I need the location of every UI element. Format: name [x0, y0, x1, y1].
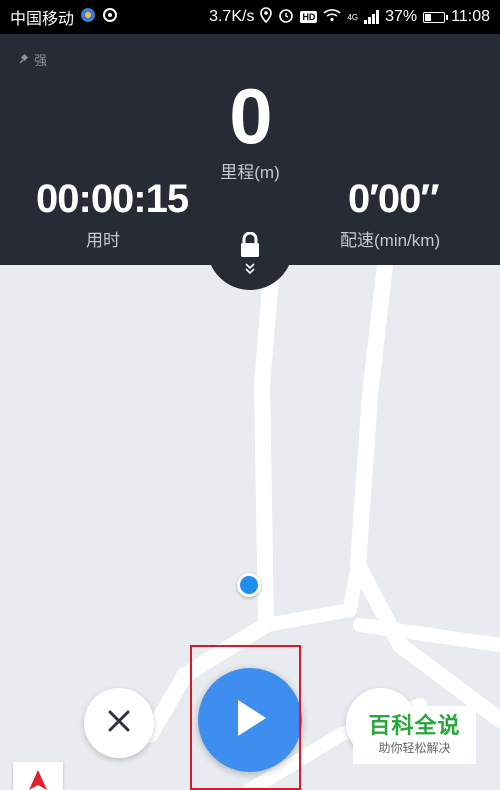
battery-icon [423, 11, 449, 23]
battery-percent: 37% [385, 8, 418, 25]
carrier-name: 中国移动 [10, 11, 75, 28]
close-icon [107, 709, 131, 738]
double-chevron-down-icon[interactable] [244, 262, 256, 280]
network-speed: 3.7K/s [209, 8, 255, 25]
alarm-clock-icon [278, 7, 294, 28]
battery-level [425, 13, 432, 21]
duration-label: 用时 [86, 231, 120, 250]
play-icon [232, 698, 268, 743]
lock-icon[interactable] [238, 231, 262, 263]
pace-value: 0′00″ [348, 177, 439, 221]
navigation-arrow-icon [29, 770, 47, 790]
browser-icon [80, 7, 96, 28]
status-right: 3.7K/s HD 4G 37% 11:08 [209, 6, 490, 28]
gps-strength-label: 强 [34, 53, 48, 68]
pace-label: 配速(min/km) [340, 231, 441, 250]
compass-button[interactable] [13, 762, 63, 790]
gps-signal: 强 [18, 50, 47, 69]
watermark: 百科全说 助你轻松解决 [353, 706, 476, 764]
status-bar: 中国移动 3.7K/s HD 4G 37% 11:08 [0, 0, 500, 34]
watermark-subtitle: 助你轻松解决 [378, 741, 451, 755]
satellite-icon [18, 51, 32, 68]
wifi-icon [323, 8, 341, 27]
distance-value: 0 [229, 72, 272, 160]
network-type: 4G [347, 12, 359, 22]
duration-value: 00:00:15 [36, 177, 189, 221]
hd-badge: HD [300, 11, 318, 23]
start-button[interactable] [198, 668, 302, 772]
status-left: 中国移动 [10, 5, 118, 29]
location-pin-icon [260, 6, 273, 28]
current-location-marker [237, 573, 261, 597]
clock-time: 11:08 [451, 8, 490, 25]
swirl-app-icon [102, 7, 118, 28]
watermark-title: 百科全说 [368, 713, 461, 738]
signal-icon [364, 10, 380, 24]
close-button[interactable] [84, 688, 154, 758]
